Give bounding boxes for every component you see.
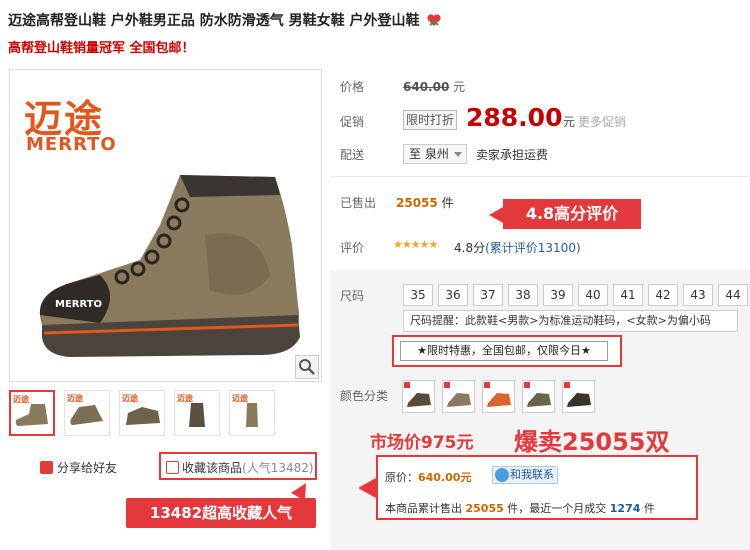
favorite-label: 收藏该商品 [182, 461, 243, 475]
info-original-price-value: 640.00元 [418, 471, 472, 484]
size-option[interactable]: 37 [473, 284, 503, 306]
svg-text:MERRTO: MERRTO [55, 299, 102, 310]
shipping-destination-value: 至 泉州 [409, 147, 449, 161]
size-label: 尺码 [340, 289, 365, 303]
favorite-button[interactable]: 收藏该商品(人气13482) [166, 459, 314, 476]
rating-callout-badge: 4.8高分评价 [503, 199, 641, 229]
info-callout-arrow [358, 478, 376, 498]
shipping-destination-select[interactable]: 至 泉州 [403, 144, 467, 164]
chevron-down-icon [454, 152, 462, 157]
product-subtitle: 高帮登山鞋销量冠军 全国包邮！ [8, 41, 195, 56]
sold-count-unit: 件 [441, 196, 454, 210]
share-button[interactable]: 分享给好友 [40, 459, 117, 476]
sold-count-value: 25055 [396, 196, 438, 210]
color-option-khaki[interactable] [442, 380, 475, 413]
size-option[interactable]: 39 [543, 284, 573, 306]
svg-text:迈途: 迈途 [67, 393, 84, 403]
brand-logo-en: MERRTO [26, 134, 117, 155]
size-option[interactable]: 38 [508, 284, 538, 306]
product-title: 迈途高帮登山鞋 户外鞋男正品 防水防滑透气 男鞋女鞋 户外登山鞋 [8, 10, 442, 30]
zoom-icon[interactable] [295, 355, 319, 379]
thumbnail-1[interactable]: 迈途 [9, 390, 55, 436]
size-option[interactable]: 44 [718, 284, 748, 306]
review-score[interactable]: 4.8分(累计评价13100) [454, 239, 581, 256]
original-price: 640.00 元 [403, 78, 465, 95]
original-price-value: 640.00 [403, 80, 450, 94]
sold-label: 已售出 [340, 196, 377, 210]
rating-callout-arrow [489, 207, 503, 223]
color-option-black-brown[interactable] [562, 380, 595, 413]
review-total-link[interactable]: (累计评价13100) [485, 241, 581, 255]
favorite-count: (人气13482) [242, 461, 314, 475]
shipping-note: 卖家承担运费 [476, 148, 549, 162]
svg-text:迈途: 迈途 [13, 394, 30, 404]
share-icon [40, 461, 53, 474]
shipping-label: 配送 [340, 148, 365, 162]
size-tip: 尺码提醒：此款鞋<男款>为标准运动鞋码，<女款>为偏小码 [403, 310, 738, 332]
market-price-callout: 市场价975元 [370, 433, 474, 453]
sales-unit: 件 [507, 502, 519, 515]
hot-sale-callout: 爆卖25055双 [514, 428, 670, 456]
product-title-text: 迈途高帮登山鞋 户外鞋男正品 防水防滑透气 男鞋女鞋 户外登山鞋 [8, 13, 420, 29]
sales-suffix: 件 [643, 502, 655, 515]
sales-mid: ，最近一个月成交 [518, 502, 607, 515]
review-label: 评价 [340, 241, 365, 255]
promo-banner: ★限时特惠，全国包邮，仅限今日★ [400, 341, 608, 361]
sales-prefix: 本商品累计售出 [385, 502, 462, 515]
contact-seller-button[interactable]: 和我联系 [492, 466, 558, 484]
info-original-price-label: 原价： [385, 471, 418, 484]
original-price-unit: 元 [453, 80, 466, 94]
svg-text:迈途: 迈途 [122, 393, 139, 403]
heart-icon[interactable] [426, 13, 442, 27]
contact-seller-label: 和我联系 [510, 468, 554, 481]
thumbnail-5[interactable]: 迈途 [229, 390, 275, 436]
share-label: 分享给好友 [57, 461, 118, 475]
promo-tag: 限时打折 [403, 110, 457, 130]
size-option[interactable]: 42 [648, 284, 678, 306]
svg-text:迈途: 迈途 [232, 393, 249, 403]
star-rating-icon: ★★★★★ [393, 238, 438, 251]
sales-total: 25055 [465, 502, 504, 515]
size-option[interactable]: 36 [438, 284, 468, 306]
favorite-icon [166, 461, 179, 474]
divider [330, 176, 750, 177]
sales-month: 1274 [609, 502, 641, 515]
color-option-orange[interactable] [482, 380, 515, 413]
review-score-value: 4.8分 [454, 241, 486, 255]
thumbnail-3[interactable]: 迈途 [119, 390, 165, 436]
color-option-dark-brown[interactable] [402, 380, 435, 413]
price-label: 价格 [340, 80, 365, 94]
size-option[interactable]: 40 [578, 284, 608, 306]
thumbnail-2[interactable]: 迈途 [64, 390, 110, 436]
promo-label: 促销 [340, 115, 365, 129]
sold-count: 25055 件 [396, 194, 454, 211]
svg-text:迈途: 迈途 [177, 393, 194, 403]
sale-price-unit: 元 [563, 115, 576, 129]
size-option[interactable]: 35 [403, 284, 433, 306]
size-option[interactable]: 41 [613, 284, 643, 306]
sale-price: 288.00 [466, 103, 563, 132]
color-label: 颜色分类 [340, 389, 389, 403]
size-option[interactable]: 43 [683, 284, 713, 306]
color-option-olive[interactable] [522, 380, 555, 413]
chat-icon [495, 468, 509, 482]
favorite-callout-badge: 13482超高收藏人气 [126, 498, 316, 528]
thumbnail-4[interactable]: 迈途 [174, 390, 220, 436]
info-sales-summary: 本商品累计售出 25055 件，最近一个月成交 1274 件 [385, 500, 655, 516]
hiking-boot-image: MERRTO [39, 175, 300, 357]
info-original-price: 原价：640.00元 [385, 469, 471, 485]
more-promos-link[interactable]: 更多促销 [578, 113, 626, 130]
main-product-image[interactable]: 迈途 MERRTO MERRTO [9, 69, 322, 382]
